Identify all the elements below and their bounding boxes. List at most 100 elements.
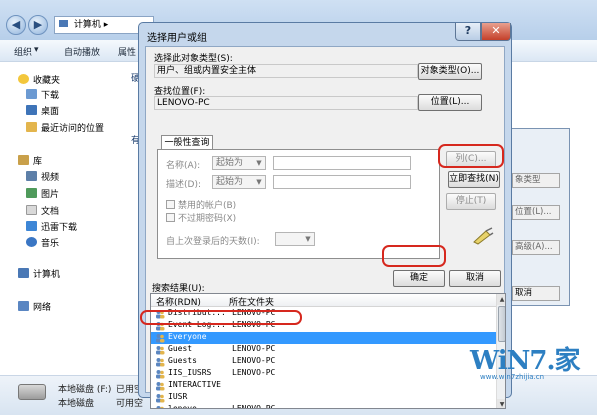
advanced-button-partial[interactable]: 高级(A)...: [512, 240, 560, 255]
object-type-button-partial[interactable]: 象类型: [512, 173, 560, 188]
scroll-down-icon[interactable]: ▼: [497, 399, 505, 408]
organize-button[interactable]: 组织: [14, 45, 32, 58]
sidebar-item-pictures[interactable]: 图片: [26, 186, 59, 200]
sidebar-item-favorites[interactable]: 收藏夹: [18, 72, 60, 86]
find-now-button[interactable]: 立即查找(N): [448, 171, 500, 188]
result-folder: LENOVO-PC: [232, 356, 276, 365]
result-folder: LENOVO-PC: [232, 404, 276, 409]
user-group-icon: [156, 358, 165, 367]
forward-arrow-icon[interactable]: ▶: [28, 15, 48, 35]
watermark: WiN7.家 www.win7zhijia.cn: [470, 340, 595, 390]
network-icon: [18, 301, 29, 311]
picture-icon: [26, 188, 37, 198]
user-group-icon: [156, 346, 165, 355]
user-group-icon: [156, 382, 165, 391]
chevron-right-icon: ▸: [103, 20, 109, 30]
sidebar-item-downloads[interactable]: 下载: [26, 87, 59, 101]
navigation-pane: 收藏夹 下载 桌面 最近访问的位置 库 视频 图片 文档 迅雷下载 音乐 计算机…: [0, 62, 128, 375]
days-since-login-combo[interactable]: ▼: [275, 232, 315, 246]
location-button-partial[interactable]: 位置(L)...: [512, 205, 560, 220]
dialog-title: 选择用户或组: [147, 33, 207, 44]
result-row[interactable]: IIS_IUSRS LENOVO-PC: [151, 368, 496, 380]
cancel-button[interactable]: 取消: [449, 270, 501, 287]
result-name: IUSR: [168, 392, 188, 401]
disabled-accounts-checkbox[interactable]: 禁用的帐户(B): [166, 198, 236, 211]
ok-button[interactable]: 确定: [393, 270, 445, 287]
user-group-icon: [156, 394, 165, 403]
hard-drive-icon: [18, 384, 46, 400]
name-label: 名称(A):: [166, 161, 201, 171]
computer-icon: [59, 20, 68, 27]
chevron-down-icon: ▾: [34, 45, 39, 55]
breadcrumb: 计算机: [73, 20, 101, 30]
result-folder: LENOVO-PC: [232, 368, 276, 377]
common-queries-panel: 名称(A): 起始为 ▼ 描述(D): 起始为 ▼ 禁用的帐户(B) 不过期密码…: [157, 149, 440, 259]
sidebar-item-xunlei[interactable]: 迅雷下载: [26, 219, 77, 233]
object-types-button[interactable]: 对象类型(O)...: [418, 63, 482, 80]
object-type-label: 选择此对象类型(S):: [154, 54, 233, 64]
result-row[interactable]: Everyone: [151, 332, 496, 344]
sidebar-item-library[interactable]: 库: [18, 153, 42, 167]
result-row[interactable]: Guests LENOVO-PC: [151, 356, 496, 368]
column-header-name[interactable]: 名称(RDN): [156, 295, 201, 308]
watermark-url: www.win7zhijia.cn: [480, 373, 545, 381]
download-folder-icon: [26, 221, 37, 231]
result-name: lenovo: [168, 404, 197, 409]
locations-button[interactable]: 位置(L)...: [418, 94, 482, 111]
computer-icon: [18, 268, 29, 278]
result-name: Guests: [168, 356, 197, 365]
column-header-folder[interactable]: 所在文件夹: [229, 295, 274, 308]
drive-type: 本地磁盘: [58, 399, 95, 409]
help-icon[interactable]: ?: [455, 23, 481, 41]
result-name: Everyone: [168, 332, 207, 341]
everyone-highlight: [140, 310, 302, 325]
stop-button[interactable]: 停止(T): [446, 193, 496, 210]
desktop-icon: [26, 105, 37, 115]
back-arrow-icon[interactable]: ◀: [6, 15, 26, 35]
watermark-logo: WiN7.家: [470, 346, 581, 376]
autoplay-button[interactable]: 自动播放: [64, 45, 100, 58]
sidebar-item-videos[interactable]: 视频: [26, 169, 59, 183]
result-name: INTERACTIVE: [168, 380, 221, 389]
name-input[interactable]: [273, 156, 411, 170]
result-row[interactable]: lenovo LENOVO-PC: [151, 404, 496, 409]
sidebar-item-music[interactable]: 音乐: [26, 235, 59, 249]
document-icon: [26, 205, 37, 215]
result-row[interactable]: IUSR: [151, 392, 496, 404]
chevron-down-icon: ▼: [256, 178, 262, 186]
select-users-dialog: 选择用户或组 ? ✕ 选择此对象类型(S): 用户、组或内置安全主体 对象类型(…: [138, 22, 512, 409]
scroll-thumb[interactable]: [498, 306, 505, 342]
video-icon: [26, 171, 37, 181]
download-folder-icon: [26, 89, 37, 99]
user-group-icon: [156, 406, 164, 408]
close-icon[interactable]: ✕: [481, 23, 511, 41]
properties-button[interactable]: 属性: [118, 45, 136, 58]
description-match-combo[interactable]: 起始为 ▼: [212, 175, 266, 189]
non-expiring-password-checkbox[interactable]: 不过期密码(X): [166, 211, 236, 224]
chevron-down-icon: ▼: [256, 159, 262, 167]
object-type-field: 用户、组或内置安全主体: [154, 64, 418, 78]
sidebar-item-computer[interactable]: 计算机: [18, 266, 60, 280]
find-now-highlight: [438, 144, 504, 168]
ok-highlight: [382, 245, 446, 267]
result-row[interactable]: INTERACTIVE: [151, 380, 496, 392]
search-flashlight-icon: [473, 227, 494, 245]
name-match-combo[interactable]: 起始为 ▼: [212, 156, 266, 170]
location-field: LENOVO-PC: [154, 96, 418, 110]
sidebar-item-desktop[interactable]: 桌面: [26, 103, 59, 117]
scroll-up-icon[interactable]: ▲: [497, 294, 505, 305]
library-icon: [18, 155, 29, 165]
tab-common-queries[interactable]: 一般性查询: [161, 135, 213, 150]
recent-places-icon: [26, 122, 37, 132]
description-label: 描述(D):: [166, 180, 201, 190]
result-row[interactable]: Guest LENOVO-PC: [151, 344, 496, 356]
sidebar-item-network[interactable]: 网络: [18, 299, 51, 313]
description-input[interactable]: [273, 175, 411, 189]
star-icon: [18, 74, 29, 84]
free-space-label: 可用空: [116, 399, 144, 409]
sidebar-item-recent[interactable]: 最近访问的位置: [26, 120, 104, 134]
sidebar-item-documents[interactable]: 文档: [26, 203, 59, 217]
user-group-icon: [156, 334, 165, 343]
chevron-down-icon: ▼: [305, 235, 311, 243]
cancel-button-partial[interactable]: 取消: [512, 286, 560, 301]
